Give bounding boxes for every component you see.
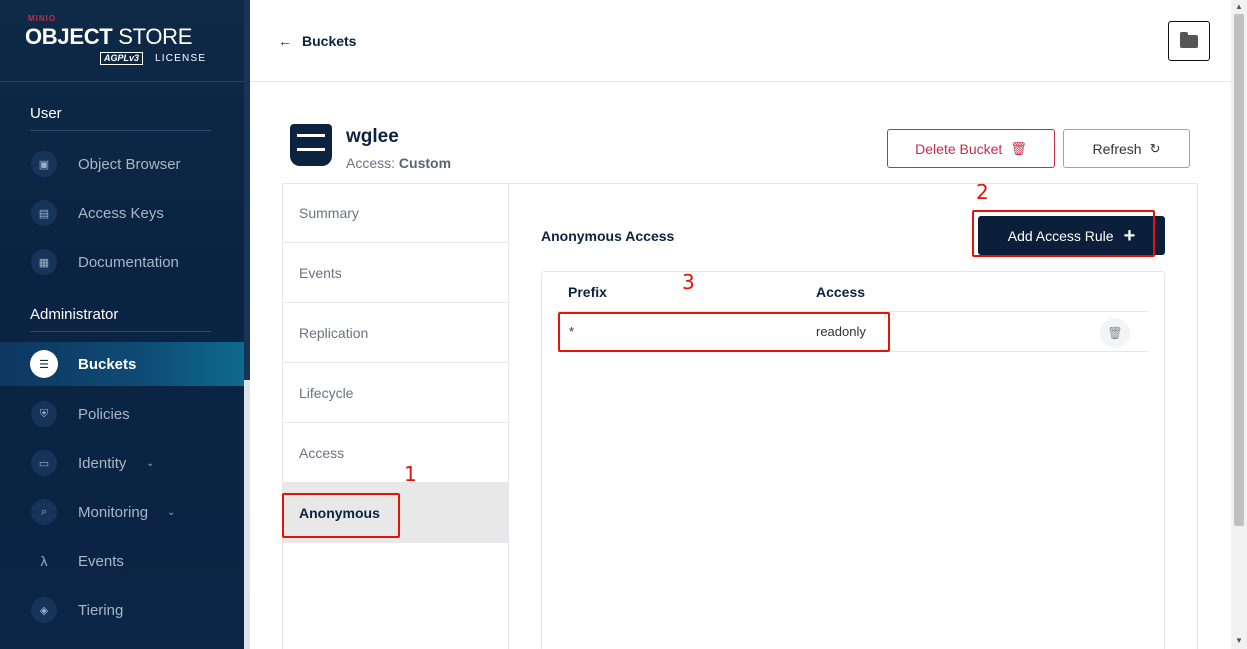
trash-icon: 🗑 — [1010, 140, 1027, 156]
brand-title: OBJECT STORE — [25, 24, 193, 49]
delete-bucket-button[interactable]: Delete Bucket 🗑 — [887, 129, 1055, 168]
sidebar-item-identity[interactable]: ▭ Identity ⌄ — [0, 441, 244, 485]
bucket-name: wglee — [346, 126, 399, 147]
anonymous-access-title: Anonymous Access — [541, 228, 675, 244]
column-header-access: Access — [816, 284, 866, 300]
annotation-step-2: 2 — [976, 180, 989, 204]
tab-lifecycle[interactable]: Lifecycle — [282, 363, 508, 423]
chevron-down-icon[interactable]: ⌄ — [146, 458, 154, 469]
sidebar-item-label: Object Browser — [78, 155, 181, 173]
sidebar-item-label: Identity — [78, 454, 127, 472]
sidebar-item-object-browser[interactable]: ▣ Object Browser — [0, 142, 244, 186]
tab-access[interactable]: Access — [282, 423, 508, 483]
tab-replication[interactable]: Replication — [282, 303, 508, 363]
section-divider — [30, 331, 211, 332]
back-to-buckets-link[interactable]: ← Buckets — [278, 33, 356, 49]
sidebar-item-buckets[interactable]: ☰ Buckets — [0, 342, 244, 386]
annotation-box-rule-row — [558, 312, 890, 352]
documentation-icon: ▦ — [31, 249, 57, 275]
brand-minio: MINIO — [28, 14, 57, 23]
brand-logo[interactable]: MINIO OBJECT STORE AGPLv3 LICENSE — [0, 0, 244, 82]
section-user: User — [30, 105, 62, 122]
page-scrollbar[interactable]: ▲ ▼ — [1231, 0, 1247, 649]
brand-agpl: AGPLv3 — [100, 52, 144, 65]
layers-icon: ◈ — [31, 597, 57, 623]
sidebar-item-label: Documentation — [78, 253, 179, 271]
delete-bucket-label: Delete Bucket — [915, 140, 1003, 157]
annotation-step-1: 1 — [404, 462, 417, 486]
annotation-box-add-rule — [972, 210, 1155, 257]
sidebar-item-label: Tiering — [78, 601, 124, 619]
scroll-down-icon[interactable]: ▼ — [1235, 636, 1243, 645]
sidebar-item-tiering[interactable]: ◈ Tiering — [0, 588, 244, 632]
annotation-step-3: 3 — [682, 270, 695, 294]
page-scroll-thumb[interactable] — [1234, 14, 1244, 526]
scroll-up-icon[interactable]: ▲ — [1235, 2, 1243, 11]
object-browser-icon: ▣ — [31, 151, 57, 177]
monitoring-icon: ⌕ — [31, 499, 57, 525]
browse-bucket-button[interactable] — [1168, 21, 1210, 61]
sidebar-item-label: Events — [78, 552, 124, 570]
sidebar-item-access-keys[interactable]: ▤ Access Keys — [0, 191, 244, 235]
delete-rule-button[interactable]: 🗑 — [1100, 318, 1130, 348]
column-header-prefix: Prefix — [568, 284, 607, 300]
bucket-icon: ☰ — [30, 350, 58, 378]
sidebar-item-monitoring[interactable]: ⌕ Monitoring ⌄ — [0, 490, 244, 534]
bucket-access-value: Custom — [398, 155, 452, 171]
sidebar-item-label: Access Keys — [78, 204, 164, 222]
back-label: Buckets — [302, 33, 357, 49]
sidebar-item-policies[interactable]: ⛨ Policies — [0, 392, 244, 436]
sidebar-item-label: Buckets — [78, 355, 137, 373]
refresh-icon: ↻ — [1149, 140, 1161, 156]
sidebar-scrollbar[interactable] — [244, 0, 250, 649]
trash-icon: 🗑 — [1107, 326, 1123, 340]
annotation-box-anonymous-tab — [282, 493, 400, 538]
sidebar-item-label: Policies — [78, 405, 130, 423]
bucket-access: Access: Custom — [346, 155, 452, 171]
sidebar-item-label: Monitoring — [78, 503, 149, 521]
section-divider — [30, 130, 211, 131]
bucket-icon — [290, 124, 332, 166]
refresh-label: Refresh — [1092, 140, 1142, 157]
top-bar: ← Buckets — [250, 0, 1231, 82]
refresh-button[interactable]: Refresh ↻ — [1063, 129, 1190, 168]
brand-license: LICENSE — [155, 53, 207, 64]
sidebar-item-documentation[interactable]: ▦ Documentation — [0, 240, 244, 284]
section-administrator: Administrator — [30, 306, 119, 323]
arrow-left-icon: ← — [278, 33, 292, 49]
lambda-icon: λ — [40, 553, 48, 569]
shield-icon: ⛨ — [31, 401, 57, 427]
identity-icon: ▭ — [31, 450, 57, 476]
app-root: MINIO OBJECT STORE AGPLv3 LICENSE User ▣… — [0, 0, 1247, 649]
settings-tabs: Summary Events Replication Lifecycle Acc… — [282, 183, 509, 649]
folder-icon — [1180, 31, 1198, 48]
sidebar-item-events[interactable]: λ Events — [0, 539, 244, 583]
sidebar: MINIO OBJECT STORE AGPLv3 LICENSE User ▣… — [0, 0, 244, 649]
tab-events[interactable]: Events — [282, 243, 508, 303]
chevron-down-icon[interactable]: ⌄ — [167, 507, 175, 518]
access-keys-icon: ▤ — [31, 200, 57, 226]
tab-summary[interactable]: Summary — [282, 183, 508, 243]
